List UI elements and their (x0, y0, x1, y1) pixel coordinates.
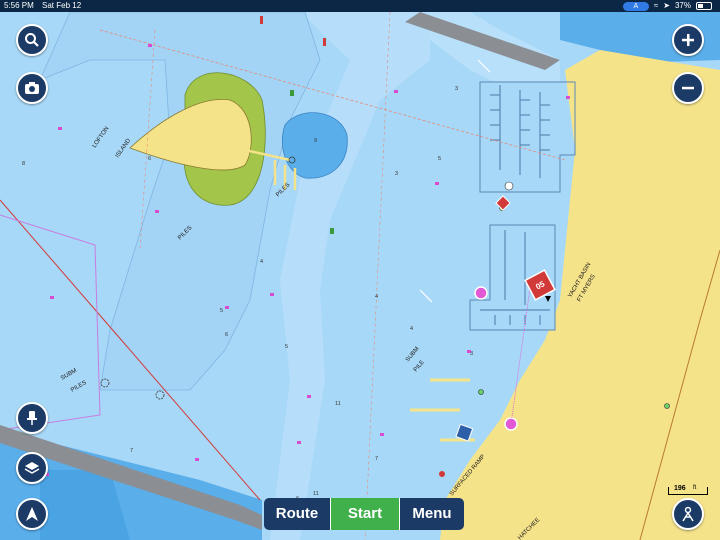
person-icon (682, 506, 694, 522)
pin-icon (27, 411, 37, 425)
sounding: 11 (335, 401, 341, 407)
sounding: 6 (148, 156, 151, 162)
sounding: 8 (22, 161, 25, 167)
scale-value: 196 (674, 485, 686, 492)
sounding: 7 (375, 456, 378, 462)
sounding: 11 (313, 491, 319, 497)
status-bar: 5:56 PM Sat Feb 12 A ≈ ➤ 37% (0, 0, 720, 12)
location-pill-icon: A (622, 1, 649, 11)
minus-icon (682, 86, 694, 90)
compass-arrow-icon (26, 507, 38, 521)
sounding: 3 (395, 171, 398, 177)
sounding: 5 (285, 344, 288, 350)
route-button[interactable]: Route (264, 498, 330, 530)
user-button[interactable] (672, 498, 704, 530)
start-button[interactable]: Start (330, 498, 400, 530)
zoom-in-button[interactable] (672, 24, 704, 56)
scale-unit: ft (693, 485, 697, 491)
camera-button[interactable] (16, 72, 48, 104)
battery-percent: 37% (674, 1, 691, 10)
pin-button[interactable] (16, 402, 48, 434)
layers-icon (24, 462, 40, 474)
plus-icon (682, 34, 694, 46)
nautical-chart[interactable]: 05 LOFTON ISLAND PILES PILES SUBM PILES … (0, 0, 720, 540)
location-arrow-icon: ➤ (663, 1, 670, 10)
bottom-action-bar: Route Start Menu (264, 498, 464, 530)
sounding: 6 (225, 332, 228, 338)
search-icon (25, 33, 39, 47)
status-indicators: A ≈ ➤ 37% (622, 0, 712, 12)
scale-bar: 196 ft (668, 485, 708, 496)
layers-button[interactable] (16, 452, 48, 484)
sounding: 5 (220, 308, 223, 314)
sounding: 5 (438, 156, 441, 162)
sounding: 9 (314, 138, 317, 144)
sounding: 4 (375, 294, 378, 300)
status-date: Sat Feb 12 (42, 1, 82, 10)
sounding: 4 (260, 259, 263, 265)
north-up-button[interactable] (16, 498, 48, 530)
sounding: 7 (130, 448, 133, 454)
wifi-icon: ≈ (653, 1, 659, 10)
camera-icon (25, 82, 39, 94)
sounding: 4 (410, 326, 413, 332)
battery-icon (696, 2, 712, 10)
search-button[interactable] (16, 24, 48, 56)
sounding: 3 (455, 86, 458, 92)
zoom-out-button[interactable] (672, 72, 704, 104)
status-time: 5:56 PM (4, 1, 34, 10)
menu-button[interactable]: Menu (400, 498, 464, 530)
